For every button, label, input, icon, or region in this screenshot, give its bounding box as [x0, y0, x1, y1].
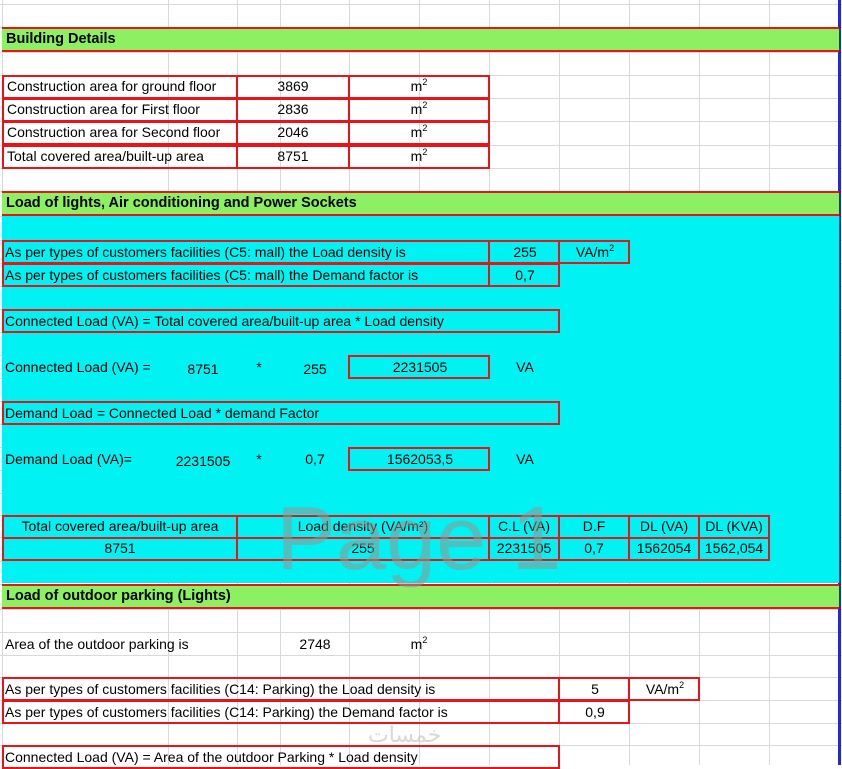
connected-label: Connected Load (VA) = [5, 359, 151, 375]
parking-area-value[interactable]: 2748 [280, 634, 350, 654]
section-header-parking[interactable]: Load of outdoor parking (Lights) [2, 584, 839, 609]
building-row-unit[interactable]: m2 [348, 98, 490, 122]
demandload-connected: 2231505 [175, 453, 231, 469]
building-row-label[interactable]: Construction area for ground floor [2, 75, 238, 99]
parking-demand-value: 0,9 [585, 704, 605, 720]
summary-header-cl[interactable]: C.L (VA) [488, 515, 560, 539]
building-row-label[interactable]: Construction area for First floor [2, 98, 238, 122]
section-header-building[interactable]: Building Details [2, 27, 839, 52]
building-row-value[interactable]: 2046 [236, 121, 350, 145]
parking-connected-formula: Connected Load (VA) = Area of the outdoo… [5, 749, 418, 765]
summary-header-density[interactable]: Load density (VA/m²) [236, 515, 490, 539]
section-title: Building Details [6, 31, 116, 47]
parking-demand-text: As per types of customers facilities (C1… [5, 704, 448, 720]
site-watermark: خمسات [368, 722, 442, 747]
connected-unit: VA [516, 359, 534, 375]
building-row-label[interactable]: Construction area for Second floor [2, 121, 238, 145]
section-header-lights[interactable]: Load of lights, Air conditioning and Pow… [2, 191, 839, 216]
parking-density-unit: VA/m2 [645, 680, 685, 698]
parking-density-value: 5 [591, 681, 599, 697]
section-title: Load of outdoor parking (Lights) [6, 588, 231, 604]
building-row-unit[interactable]: m2 [348, 121, 490, 145]
building-row-unit[interactable]: m2 [348, 75, 490, 99]
demand-text: As per types of customers facilities (C5… [5, 267, 419, 283]
connected-area: 8751 [187, 361, 219, 377]
summary-cell-dl-va[interactable]: 1562054 [628, 537, 700, 561]
connected-formula: Connected Load (VA) = Total covered area… [5, 313, 444, 329]
summary-header-dl-kva[interactable]: DL (KVA) [698, 515, 770, 539]
summary-header-area[interactable]: Total covered area/built-up area [2, 515, 238, 539]
connected-density: 255 [303, 361, 327, 377]
connected-result: 2231505 [392, 359, 448, 375]
demandload-result: 1562053,5 [386, 451, 454, 467]
density-text: As per types of customers facilities (C5… [5, 244, 406, 260]
summary-cell-dl-kva[interactable]: 1562,054 [698, 537, 770, 561]
parking-area-text: Area of the outdoor parking is [5, 636, 189, 652]
demand-formula: Demand Load = Connected Load * demand Fa… [5, 405, 320, 421]
section-title: Load of lights, Air conditioning and Pow… [6, 195, 357, 211]
summary-cell-area[interactable]: 8751 [2, 537, 238, 561]
building-row-label[interactable]: Total covered area/built-up area [2, 145, 238, 169]
density-value: 255 [513, 244, 537, 260]
connected-operator: * [256, 359, 262, 375]
building-row-unit[interactable]: m2 [348, 145, 490, 169]
building-row-value[interactable]: 3869 [236, 75, 350, 99]
summary-cell-density[interactable]: 255 [236, 537, 490, 561]
demandload-factor: 0,7 [305, 451, 325, 467]
demandload-unit: VA [516, 451, 534, 467]
density-unit: VA/m2 [575, 243, 615, 261]
parking-density-text: As per types of customers facilities (C1… [5, 681, 436, 697]
parking-area-unit: m2 [410, 635, 428, 653]
demandload-label: Demand Load (VA)= [5, 451, 132, 467]
building-row-value[interactable]: 2836 [236, 98, 350, 122]
building-row-value[interactable]: 8751 [236, 145, 350, 169]
summary-cell-cl[interactable]: 2231505 [488, 537, 560, 561]
summary-header-dl-va[interactable]: DL (VA) [628, 515, 700, 539]
summary-cell-df[interactable]: 0,7 [558, 537, 630, 561]
demand-value: 0,7 [515, 267, 535, 283]
demandload-operator: * [256, 451, 262, 467]
summary-header-df[interactable]: D.F [558, 515, 630, 539]
